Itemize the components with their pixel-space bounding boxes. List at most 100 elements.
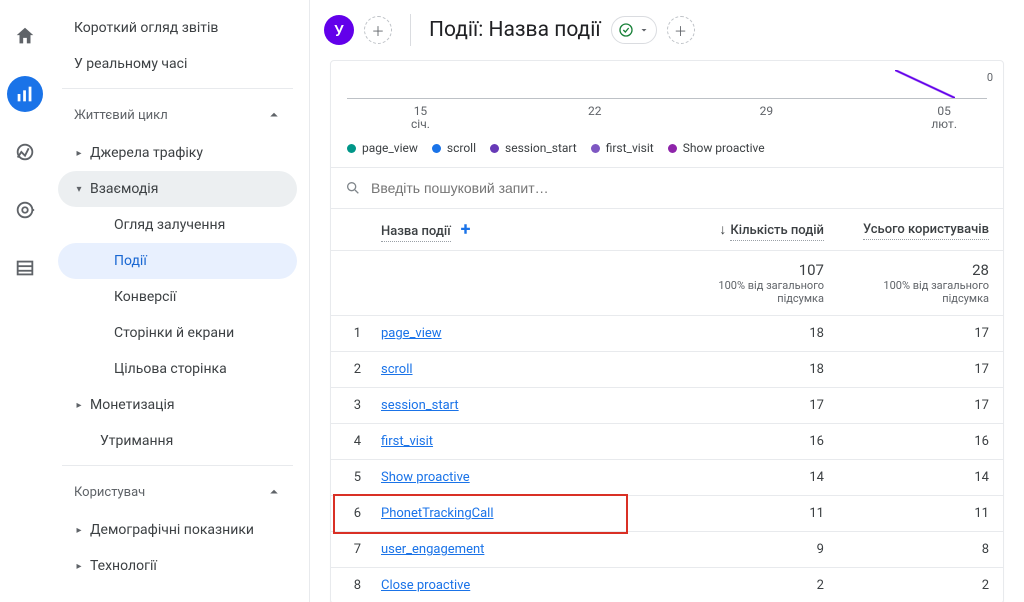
sidebar-item-retention[interactable]: Утримання bbox=[58, 423, 297, 459]
chart-legend: page_view scroll session_start first_visit S… bbox=[331, 131, 1003, 167]
add-dimension-button[interactable]: + bbox=[461, 219, 471, 240]
caret-right-icon: ▸ bbox=[74, 400, 84, 411]
table-row: 4 first_visit 1616 bbox=[331, 424, 1003, 460]
caret-right-icon: ▸ bbox=[74, 525, 84, 536]
cell-users: 17 bbox=[838, 316, 1003, 352]
event-link[interactable]: first_visit bbox=[381, 434, 433, 449]
caret-right-icon: ▸ bbox=[74, 561, 84, 572]
cell-users: 16 bbox=[838, 424, 1003, 460]
table-search bbox=[331, 167, 1003, 208]
events-card: 0 15січ. 22 29 05лют. page_viewscrollses… bbox=[330, 60, 1004, 602]
legend-item[interactable]: first_visit bbox=[591, 141, 654, 155]
event-link[interactable]: page_view bbox=[381, 326, 442, 341]
legend-dot-icon bbox=[490, 144, 499, 153]
table-row: 5 Show proactive 1414 bbox=[331, 460, 1003, 496]
add-comparison-button[interactable]: ＋ bbox=[364, 16, 392, 44]
main: У ＋ Події: Назва події ＋ 0 15січ. 22 29 bbox=[310, 0, 1024, 602]
sidebar-item-pages-screens[interactable]: Сторінки й екрани bbox=[58, 315, 297, 351]
sidebar-realtime[interactable]: У реальному часі bbox=[58, 46, 297, 82]
plus-icon: ＋ bbox=[371, 21, 384, 40]
legend-dot-icon bbox=[591, 144, 600, 153]
col-event-name[interactable]: Назва події+ bbox=[367, 209, 676, 251]
cell-events: 16 bbox=[676, 424, 838, 460]
event-link[interactable]: PhonetTrackingCall bbox=[381, 506, 494, 521]
chevron-up-icon bbox=[265, 106, 283, 124]
row-index: 4 bbox=[331, 424, 367, 460]
event-link[interactable]: Close proactive bbox=[381, 578, 470, 593]
caret-down-icon bbox=[638, 24, 650, 36]
row-index: 2 bbox=[331, 352, 367, 388]
col-total-users[interactable]: Усього користувачів bbox=[838, 209, 1003, 251]
events-table: Назва події+ ↓Кількість подій Усього кор… bbox=[331, 208, 1003, 602]
event-link[interactable]: user_engagement bbox=[381, 542, 484, 557]
check-circle-icon bbox=[618, 22, 634, 38]
left-rail bbox=[0, 0, 50, 602]
add-metric-button[interactable]: ＋ bbox=[667, 16, 695, 44]
sidebar: Короткий огляд звітів У реальному часі Ж… bbox=[50, 0, 310, 602]
rail-explore-icon[interactable] bbox=[7, 134, 43, 170]
sidebar-item-technologies[interactable]: ▸Технології bbox=[58, 548, 297, 584]
row-index: 1 bbox=[331, 316, 367, 352]
y-axis-zero: 0 bbox=[987, 71, 993, 84]
table-row: 2scroll1817 bbox=[331, 352, 1003, 388]
table-row: 8 Close proactive 22 bbox=[331, 568, 1003, 602]
chart: 0 bbox=[347, 67, 987, 99]
search-icon bbox=[345, 180, 361, 196]
row-index: 8 bbox=[331, 568, 367, 602]
col-event-count[interactable]: ↓Кількість подій bbox=[676, 209, 838, 251]
page-title: Події: Назва події bbox=[429, 18, 601, 42]
plus-icon: ＋ bbox=[674, 21, 687, 40]
cell-events: 17 bbox=[676, 388, 838, 424]
rail-home-icon[interactable] bbox=[7, 18, 43, 54]
sort-desc-icon: ↓ bbox=[719, 222, 726, 238]
sidebar-item-demographics[interactable]: ▸Демографічні показники bbox=[58, 512, 297, 548]
row-index: 6 bbox=[331, 496, 367, 532]
event-link[interactable]: scroll bbox=[381, 362, 413, 377]
caret-right-icon: ▸ bbox=[74, 148, 84, 159]
search-input[interactable] bbox=[371, 180, 989, 196]
legend-item[interactable]: page_view bbox=[347, 141, 418, 155]
sidebar-item-conversions[interactable]: Конверсії bbox=[58, 279, 297, 315]
event-link[interactable]: Show proactive bbox=[381, 470, 470, 485]
sidebar-reports-overview[interactable]: Короткий огляд звітів bbox=[58, 10, 297, 46]
chevron-up-icon bbox=[265, 483, 283, 501]
event-link[interactable]: session_start bbox=[381, 398, 459, 413]
sidebar-item-traffic-sources[interactable]: ▸Джерела трафіку bbox=[58, 135, 297, 171]
sidebar-group-user[interactable]: Користувач bbox=[58, 472, 297, 512]
cell-users: 11 bbox=[838, 496, 1003, 532]
table-row: 6 PhonetTrackingCall 1111 bbox=[331, 496, 1003, 532]
sidebar-item-monetization[interactable]: ▸Монетизація bbox=[58, 387, 297, 423]
table-row: 1 page_view 1817 bbox=[331, 316, 1003, 352]
cell-users: 14 bbox=[838, 460, 1003, 496]
sidebar-item-engagement[interactable]: ▾Взаємодія bbox=[58, 171, 297, 207]
rail-reports-icon[interactable] bbox=[7, 76, 43, 112]
cell-events: 11 bbox=[676, 496, 838, 532]
sidebar-group-lifecycle[interactable]: Життєвий цикл bbox=[58, 95, 297, 135]
cell-users: 2 bbox=[838, 568, 1003, 602]
cell-events: 2 bbox=[676, 568, 838, 602]
legend-item[interactable]: session_start bbox=[490, 141, 577, 155]
cell-events: 9 bbox=[676, 532, 838, 568]
table-row: 3session_start1717 bbox=[331, 388, 1003, 424]
segment-chip[interactable]: У bbox=[324, 15, 354, 45]
cell-users: 8 bbox=[838, 532, 1003, 568]
caret-down-icon: ▾ bbox=[74, 184, 84, 195]
status-pill[interactable] bbox=[611, 16, 657, 44]
topbar: У ＋ Події: Назва події ＋ bbox=[310, 0, 1024, 60]
cell-events: 14 bbox=[676, 460, 838, 496]
legend-dot-icon bbox=[668, 144, 677, 153]
rail-config-icon[interactable] bbox=[7, 250, 43, 286]
legend-item[interactable]: scroll bbox=[432, 141, 476, 155]
cell-events: 18 bbox=[676, 316, 838, 352]
row-index: 3 bbox=[331, 388, 367, 424]
sidebar-item-landing-page[interactable]: Цільова сторінка bbox=[58, 351, 297, 387]
row-index: 7 bbox=[331, 532, 367, 568]
sidebar-item-engagement-overview[interactable]: Огляд залучення bbox=[58, 207, 297, 243]
rail-ads-icon[interactable] bbox=[7, 192, 43, 228]
row-index: 5 bbox=[331, 460, 367, 496]
legend-item[interactable]: Show proactive bbox=[668, 141, 765, 155]
sidebar-item-events[interactable]: Події bbox=[58, 243, 297, 279]
table-row: 7 user_engagement 98 bbox=[331, 532, 1003, 568]
totals-row: 107100% від загального підсумка 28100% в… bbox=[331, 251, 1003, 316]
x-axis: 15січ. 22 29 05лют. bbox=[331, 101, 1003, 131]
